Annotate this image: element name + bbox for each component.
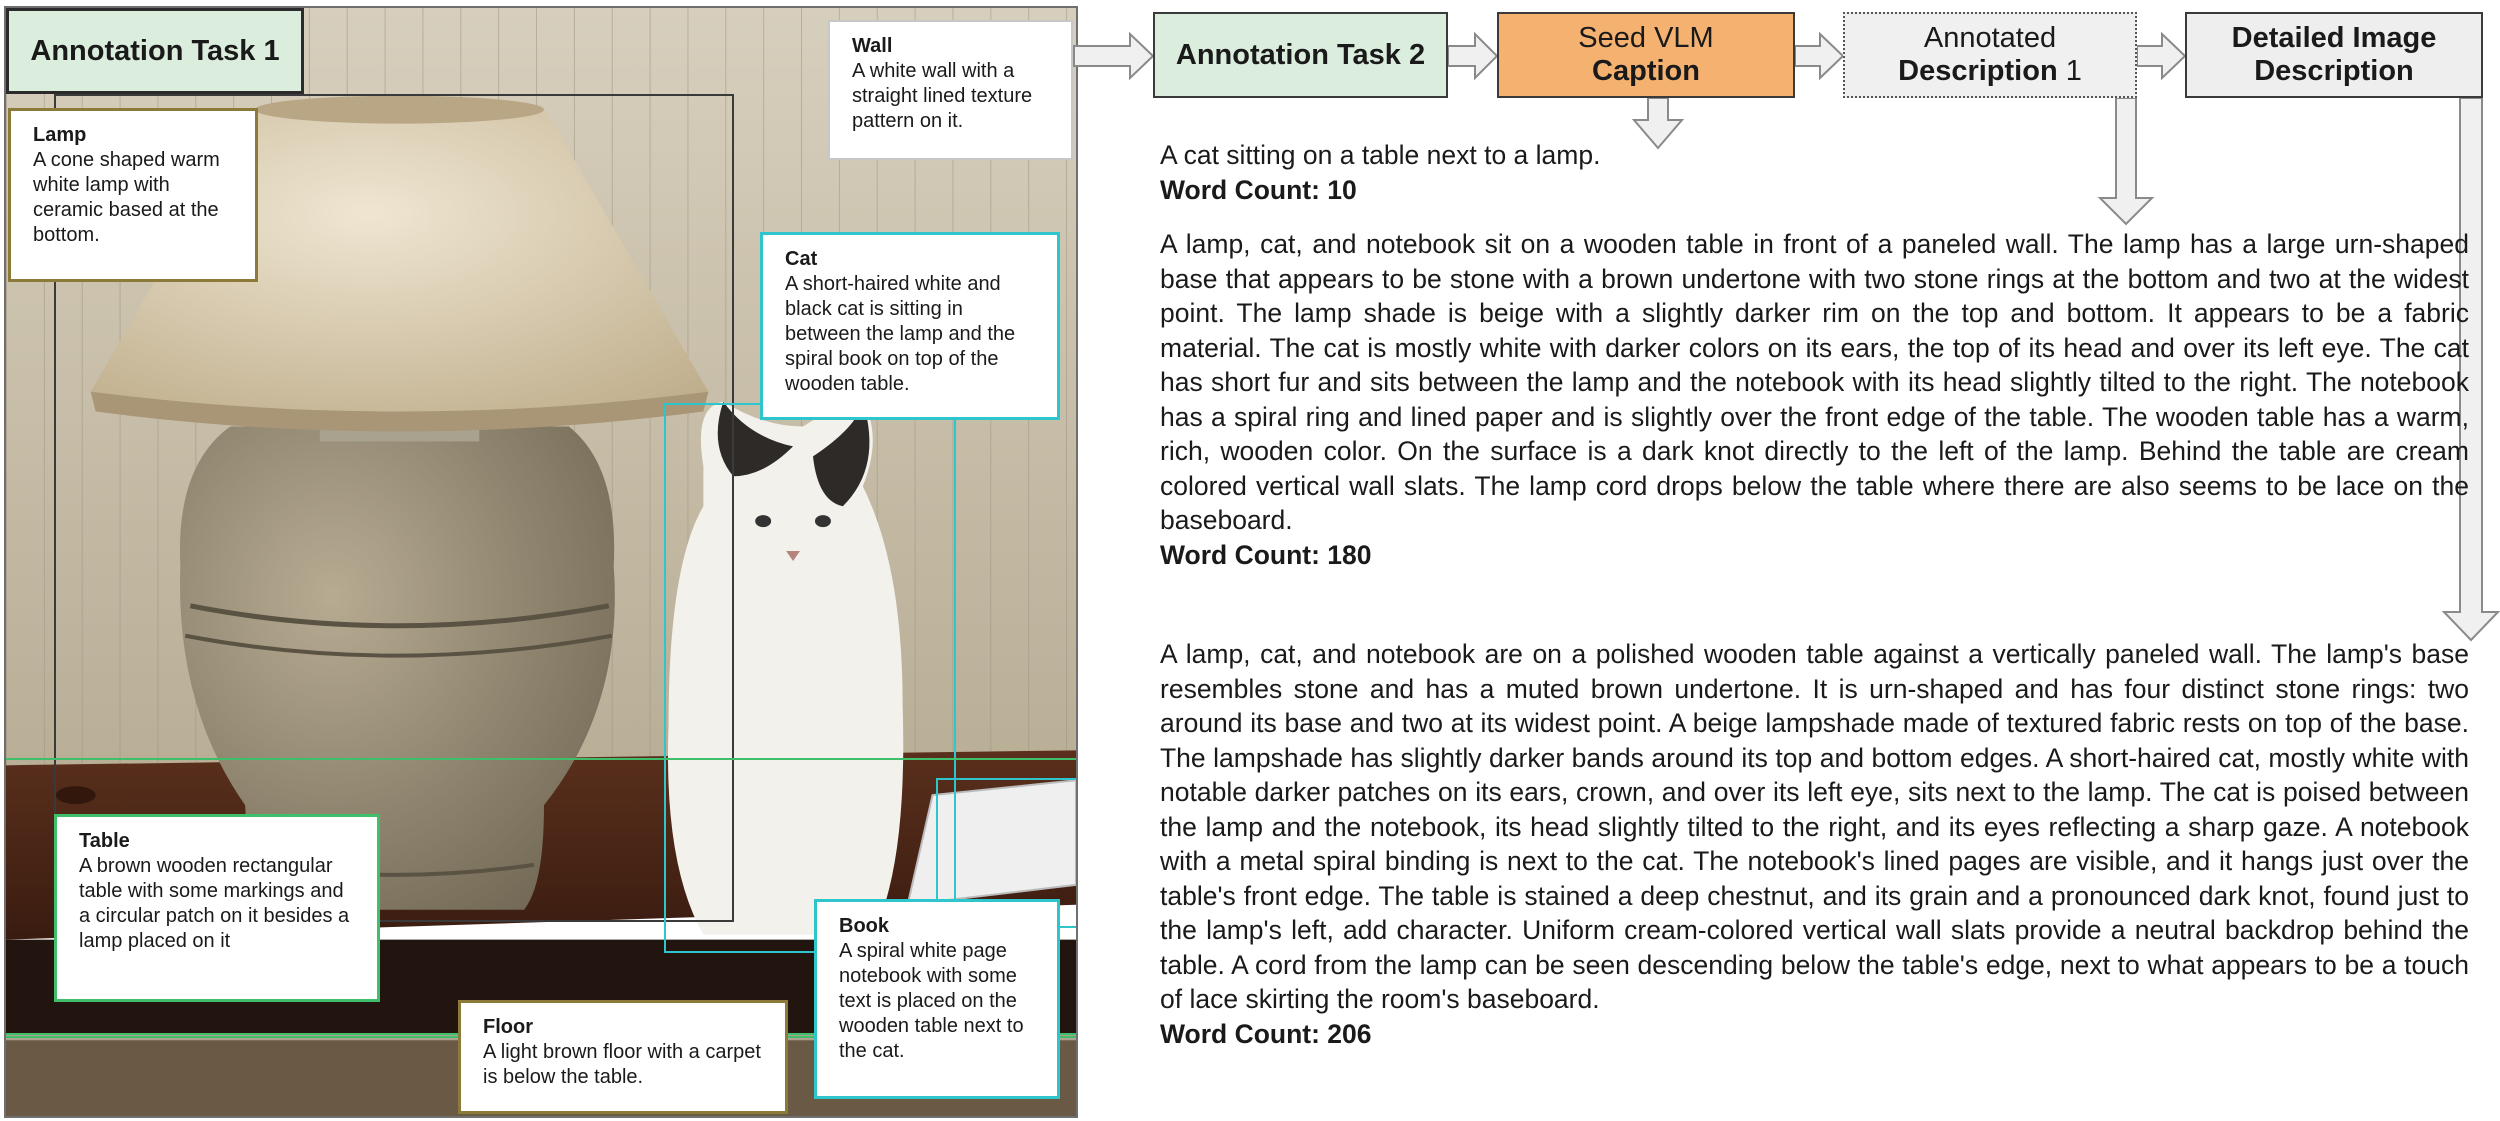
table-annotation-text: A brown wooden rectangular table with so… <box>79 855 350 952</box>
seed-caption-block: A cat sitting on a table next to a lamp.… <box>1160 138 2469 207</box>
annotation-task-2-box: Annotation Task 2 <box>1153 12 1448 98</box>
annotated-description-line: Description 1 <box>1898 55 2082 88</box>
floor-annotation-text: A light brown floor with a carpet is bel… <box>483 1041 761 1088</box>
seed-caption-word-count: Word Count: 10 <box>1160 174 1357 205</box>
detailed-description-label: Description <box>2254 55 2414 87</box>
arrow-seed-to-annotated <box>1794 31 1845 81</box>
annotated-description-number: 1 <box>2057 55 2082 87</box>
annotated-description-word-count: Word Count: 180 <box>1160 539 1372 570</box>
seed-vlm-label: Seed VLM <box>1578 22 1714 54</box>
wall-annotation: Wall A white wall with a straight lined … <box>828 20 1073 160</box>
detailed-description-text: A lamp, cat, and notebook are on a polis… <box>1160 639 2469 1014</box>
arrow-task2-to-seed <box>1447 31 1499 81</box>
lamp-annotation-text: A cone shaped warm white lamp with ceram… <box>33 149 220 246</box>
annotation-task-1-label: Annotation Task 1 <box>6 8 304 94</box>
wall-annotation-text: A white wall with a straight lined textu… <box>852 60 1033 132</box>
arrow-photo-to-task2 <box>1073 31 1155 81</box>
lamp-annotation-title: Lamp <box>33 124 87 146</box>
annotation-task-2-label: Annotation Task 2 <box>1175 38 1426 71</box>
detailed-description-word-count: Word Count: 206 <box>1160 1018 1372 1049</box>
annotated-description-text: A lamp, cat, and notebook sit on a woode… <box>1160 229 2469 535</box>
cat-annotation: Cat A short-haired white and black cat i… <box>760 232 1060 420</box>
floor-annotation: Floor A light brown floor with a carpet … <box>458 1000 788 1114</box>
wall-annotation-title: Wall <box>852 35 893 57</box>
seed-vlm-caption-box: Seed VLM Caption <box>1497 12 1795 98</box>
detailed-image-label: Detailed Image <box>2231 22 2437 54</box>
annotated-photo: Annotation Task 1 Lamp A cone shaped war… <box>4 6 1078 1118</box>
detailed-description-block: A lamp, cat, and notebook are on a polis… <box>1160 637 2469 1051</box>
cat-annotation-title: Cat <box>785 248 818 270</box>
book-annotation: Book A spiral white page notebook with s… <box>814 899 1060 1099</box>
seed-caption-text: A cat sitting on a table next to a lamp. <box>1160 140 1601 170</box>
table-annotation: Table A brown wooden rectangular table w… <box>54 814 380 1002</box>
arrow-annotated-to-detailed <box>2136 31 2187 81</box>
table-annotation-title: Table <box>79 830 130 852</box>
cat-annotation-text: A short-haired white and black cat is si… <box>785 273 1016 395</box>
book-annotation-title: Book <box>839 915 889 937</box>
annotated-label: Annotated <box>1923 22 2057 54</box>
floor-annotation-title: Floor <box>483 1016 533 1038</box>
detailed-image-description-box: Detailed Image Description <box>2185 12 2483 98</box>
annotated-description-block: A lamp, cat, and notebook sit on a woode… <box>1160 227 2469 572</box>
lamp-annotation: Lamp A cone shaped warm white lamp with … <box>8 108 258 282</box>
book-annotation-text: A spiral white page notebook with some t… <box>839 940 1024 1062</box>
annotated-description-box: Annotated Description 1 <box>1843 12 2137 98</box>
annotated-description-bold: Description <box>1898 55 2058 87</box>
seed-caption-label: Caption <box>1592 55 1700 87</box>
